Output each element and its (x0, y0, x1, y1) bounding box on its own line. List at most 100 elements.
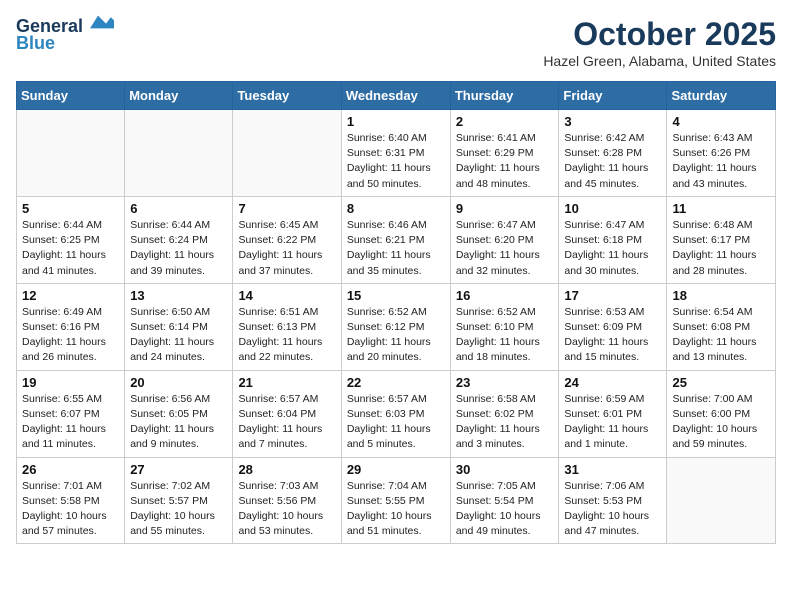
day-number: 4 (672, 114, 770, 129)
week-row-2: 5 Sunrise: 6:44 AM Sunset: 6:25 PM Daylig… (17, 196, 776, 283)
day-number: 13 (130, 288, 227, 303)
day-cell: 11Sunrise: 6:48 AM Sunset: 6:17 PM Dayli… (667, 196, 776, 283)
day-number: 2 (456, 114, 554, 129)
day-cell (125, 110, 233, 197)
day-number: 28 (238, 462, 335, 477)
day-info: Sunrise: 6:53 AM Sunset: 6:09 PM Dayligh… (564, 305, 661, 366)
day-cell (667, 457, 776, 544)
day-info: Sunrise: 6:52 AM Sunset: 6:12 PM Dayligh… (347, 305, 445, 366)
day-cell: 26 Sunrise: 7:01 AM Sunset: 5:58 PM Dayli… (17, 457, 125, 544)
day-number: 17 (564, 288, 661, 303)
logo-icon (90, 12, 114, 32)
day-cell: 28Sunrise: 7:03 AM Sunset: 5:56 PM Dayli… (233, 457, 341, 544)
day-info: Sunrise: 6:42 AM Sunset: 6:28 PM Dayligh… (564, 131, 661, 192)
day-cell: 14Sunrise: 6:51 AM Sunset: 6:13 PM Dayli… (233, 283, 341, 370)
weekday-wednesday: Wednesday (341, 82, 450, 110)
day-cell: 29 Sunrise: 7:04 AM Sunset: 5:55 PM Dayli… (341, 457, 450, 544)
day-cell: 24 Sunrise: 6:59 AM Sunset: 6:01 PM Dayli… (559, 370, 667, 457)
day-info: Sunrise: 6:47 AM Sunset: 6:20 PM Dayligh… (456, 218, 554, 279)
day-info: Sunrise: 6:54 AM Sunset: 6:08 PM Dayligh… (672, 305, 770, 366)
day-number: 15 (347, 288, 445, 303)
day-info: Sunrise: 6:58 AM Sunset: 6:02 PM Dayligh… (456, 392, 554, 453)
day-info: Sunrise: 6:50 AM Sunset: 6:14 PM Dayligh… (130, 305, 227, 366)
day-cell: 27Sunrise: 7:02 AM Sunset: 5:57 PM Dayli… (125, 457, 233, 544)
day-cell: 10 Sunrise: 6:47 AM Sunset: 6:18 PM Dayli… (559, 196, 667, 283)
day-number: 9 (456, 201, 554, 216)
day-cell: 17 Sunrise: 6:53 AM Sunset: 6:09 PM Dayli… (559, 283, 667, 370)
day-info: Sunrise: 6:44 AM Sunset: 6:24 PM Dayligh… (130, 218, 227, 279)
day-number: 23 (456, 375, 554, 390)
page-header: General Blue October 2025 Hazel Green, A… (16, 16, 776, 69)
weekday-header-row: SundayMondayTuesdayWednesdayThursdayFrid… (17, 82, 776, 110)
day-info: Sunrise: 7:00 AM Sunset: 6:00 PM Dayligh… (672, 392, 770, 453)
day-number: 11 (672, 201, 770, 216)
day-info: Sunrise: 6:52 AM Sunset: 6:10 PM Dayligh… (456, 305, 554, 366)
title-block: October 2025 Hazel Green, Alabama, Unite… (543, 16, 776, 69)
day-number: 20 (130, 375, 227, 390)
day-cell: 23 Sunrise: 6:58 AM Sunset: 6:02 PM Dayli… (450, 370, 559, 457)
weekday-friday: Friday (559, 82, 667, 110)
day-number: 7 (238, 201, 335, 216)
day-cell: 21Sunrise: 6:57 AM Sunset: 6:04 PM Dayli… (233, 370, 341, 457)
calendar: SundayMondayTuesdayWednesdayThursdayFrid… (16, 81, 776, 544)
weekday-monday: Monday (125, 82, 233, 110)
day-number: 12 (22, 288, 119, 303)
day-info: Sunrise: 6:40 AM Sunset: 6:31 PM Dayligh… (347, 131, 445, 192)
calendar-body: 1 Sunrise: 6:40 AM Sunset: 6:31 PM Daylig… (17, 110, 776, 544)
weekday-saturday: Saturday (667, 82, 776, 110)
day-number: 19 (22, 375, 119, 390)
day-info: Sunrise: 7:01 AM Sunset: 5:58 PM Dayligh… (22, 479, 119, 540)
day-number: 29 (347, 462, 445, 477)
month-title: October 2025 (543, 16, 776, 53)
day-info: Sunrise: 6:57 AM Sunset: 6:03 PM Dayligh… (347, 392, 445, 453)
day-cell (17, 110, 125, 197)
day-number: 31 (564, 462, 661, 477)
day-cell: 18 Sunrise: 6:54 AM Sunset: 6:08 PM Dayli… (667, 283, 776, 370)
week-row-5: 26 Sunrise: 7:01 AM Sunset: 5:58 PM Dayli… (17, 457, 776, 544)
day-cell: 8Sunrise: 6:46 AM Sunset: 6:21 PM Daylig… (341, 196, 450, 283)
day-cell: 31 Sunrise: 7:06 AM Sunset: 5:53 PM Dayli… (559, 457, 667, 544)
day-number: 16 (456, 288, 554, 303)
day-cell: 9 Sunrise: 6:47 AM Sunset: 6:20 PM Daylig… (450, 196, 559, 283)
day-number: 1 (347, 114, 445, 129)
day-info: Sunrise: 7:05 AM Sunset: 5:54 PM Dayligh… (456, 479, 554, 540)
day-cell: 22 Sunrise: 6:57 AM Sunset: 6:03 PM Dayli… (341, 370, 450, 457)
day-info: Sunrise: 6:45 AM Sunset: 6:22 PM Dayligh… (238, 218, 335, 279)
day-info: Sunrise: 6:51 AM Sunset: 6:13 PM Dayligh… (238, 305, 335, 366)
weekday-sunday: Sunday (17, 82, 125, 110)
day-number: 26 (22, 462, 119, 477)
day-cell: 1 Sunrise: 6:40 AM Sunset: 6:31 PM Daylig… (341, 110, 450, 197)
day-info: Sunrise: 6:59 AM Sunset: 6:01 PM Dayligh… (564, 392, 661, 453)
day-number: 24 (564, 375, 661, 390)
day-cell: 16 Sunrise: 6:52 AM Sunset: 6:10 PM Dayli… (450, 283, 559, 370)
day-cell: 19 Sunrise: 6:55 AM Sunset: 6:07 PM Dayli… (17, 370, 125, 457)
day-number: 6 (130, 201, 227, 216)
day-cell: 4Sunrise: 6:43 AM Sunset: 6:26 PM Daylig… (667, 110, 776, 197)
week-row-3: 12 Sunrise: 6:49 AM Sunset: 6:16 PM Dayli… (17, 283, 776, 370)
location: Hazel Green, Alabama, United States (543, 53, 776, 69)
day-info: Sunrise: 6:47 AM Sunset: 6:18 PM Dayligh… (564, 218, 661, 279)
day-cell: 25Sunrise: 7:00 AM Sunset: 6:00 PM Dayli… (667, 370, 776, 457)
day-info: Sunrise: 6:49 AM Sunset: 6:16 PM Dayligh… (22, 305, 119, 366)
day-info: Sunrise: 7:06 AM Sunset: 5:53 PM Dayligh… (564, 479, 661, 540)
day-cell: 13 Sunrise: 6:50 AM Sunset: 6:14 PM Dayli… (125, 283, 233, 370)
day-cell: 5 Sunrise: 6:44 AM Sunset: 6:25 PM Daylig… (17, 196, 125, 283)
day-cell: 3Sunrise: 6:42 AM Sunset: 6:28 PM Daylig… (559, 110, 667, 197)
day-number: 30 (456, 462, 554, 477)
weekday-thursday: Thursday (450, 82, 559, 110)
day-number: 22 (347, 375, 445, 390)
day-info: Sunrise: 6:57 AM Sunset: 6:04 PM Dayligh… (238, 392, 335, 453)
day-info: Sunrise: 6:55 AM Sunset: 6:07 PM Dayligh… (22, 392, 119, 453)
day-info: Sunrise: 6:46 AM Sunset: 6:21 PM Dayligh… (347, 218, 445, 279)
day-info: Sunrise: 7:04 AM Sunset: 5:55 PM Dayligh… (347, 479, 445, 540)
day-cell: 30 Sunrise: 7:05 AM Sunset: 5:54 PM Dayli… (450, 457, 559, 544)
day-number: 10 (564, 201, 661, 216)
day-number: 18 (672, 288, 770, 303)
week-row-1: 1 Sunrise: 6:40 AM Sunset: 6:31 PM Daylig… (17, 110, 776, 197)
day-cell: 15 Sunrise: 6:52 AM Sunset: 6:12 PM Dayli… (341, 283, 450, 370)
day-cell: 2Sunrise: 6:41 AM Sunset: 6:29 PM Daylig… (450, 110, 559, 197)
day-cell (233, 110, 341, 197)
day-cell: 6 Sunrise: 6:44 AM Sunset: 6:24 PM Daylig… (125, 196, 233, 283)
day-number: 5 (22, 201, 119, 216)
day-info: Sunrise: 6:44 AM Sunset: 6:25 PM Dayligh… (22, 218, 119, 279)
